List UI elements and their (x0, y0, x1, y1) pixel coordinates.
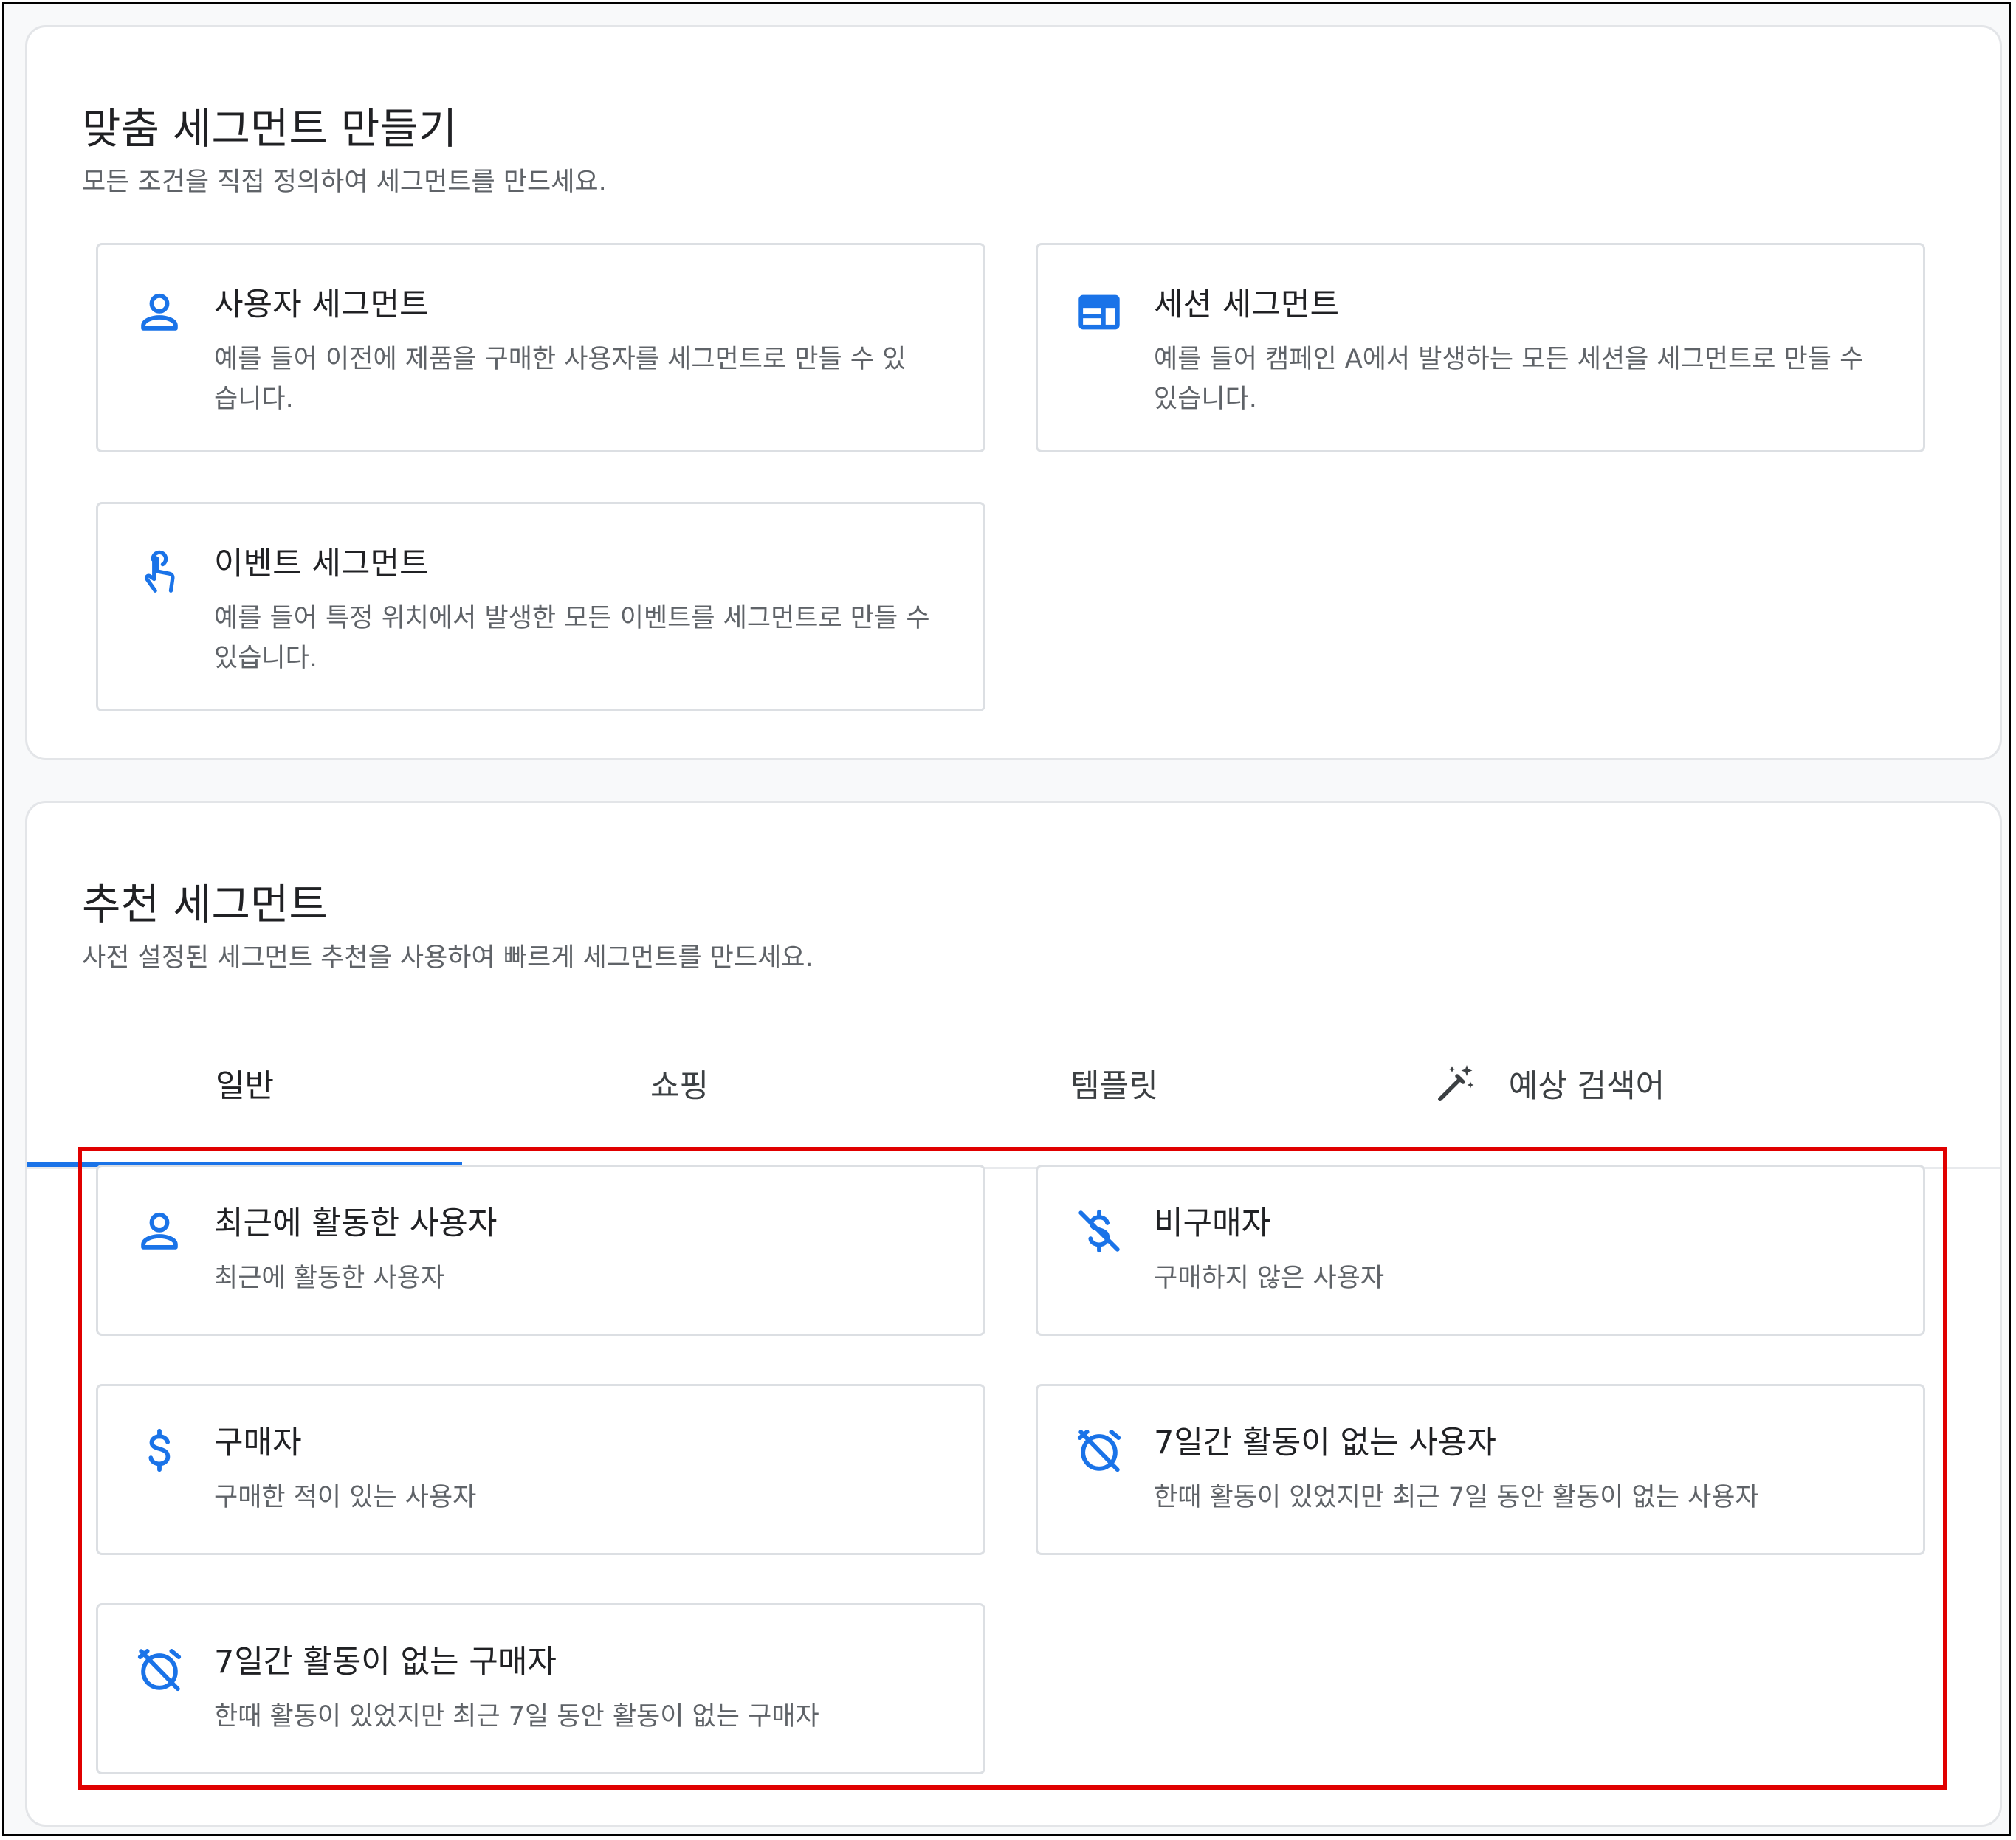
inactive-7-days-users-card[interactable]: 7일간 활동이 없는 사용자 한때 활동이 있었지만 최근 7일 동안 활동이 … (1036, 1384, 1925, 1555)
suggested-segment-subtitle: 사전 설정된 세그먼트 추천을 사용하여 빠르게 세그먼트를 만드세요. (82, 943, 813, 973)
custom-segment-subtitle: 모든 조건을 직접 정의하여 세그먼트를 만드세요. (82, 168, 607, 197)
user-segment-card[interactable]: 사용자 세그먼트 예를 들어 이전에 제품을 구매한 사용자를 세그먼트로 만들… (96, 243, 985, 452)
card-description: 예를 들어 캠페인 A에서 발생하는 모든 세션을 세그먼트로 만들 수 있습니… (1154, 345, 1864, 414)
card-title: 7일간 활동이 없는 사용자 (1154, 1424, 1496, 1461)
session-icon (1073, 286, 1125, 338)
card-description: 구매한 적이 있는 사용자 (214, 1483, 477, 1512)
inactive-7-days-purchasers-card[interactable]: 7일간 활동이 없는 구매자 한때 활동이 있었지만 최근 7일 동안 활동이 … (96, 1603, 985, 1774)
card-title: 세션 세그먼트 (1154, 286, 1340, 323)
dollar-icon (134, 1424, 185, 1476)
person-icon (134, 1205, 185, 1257)
tab-label: 예상 검색어 (1508, 1068, 1665, 1105)
person-icon (134, 286, 185, 338)
event-segment-card[interactable]: 이벤트 세그먼트 예를 들어 특정 위치에서 발생한 모든 이벤트를 세그먼트로… (96, 502, 985, 711)
tab-templates[interactable]: 템플릿 (897, 1001, 1332, 1166)
card-description: 한때 활동이 있었지만 최근 7일 동안 활동이 없는 구매자 (214, 1702, 819, 1732)
money-off-icon (1073, 1205, 1125, 1257)
suggested-segment-title: 추천 세그먼트 (82, 881, 328, 929)
card-title: 구매자 (214, 1424, 302, 1461)
touch-icon (134, 545, 185, 597)
card-title: 최근에 활동한 사용자 (214, 1205, 498, 1242)
suggested-segment-panel: 추천 세그먼트 사전 설정된 세그먼트 추천을 사용하여 빠르게 세그먼트를 만… (25, 801, 2002, 1827)
session-segment-card[interactable]: 세션 세그먼트 예를 들어 캠페인 A에서 발생하는 모든 세션을 세그먼트로 … (1036, 243, 1925, 452)
magic-wand-icon (1434, 1061, 1478, 1106)
non-purchasers-card[interactable]: 비구매자 구매하지 않은 사용자 (1036, 1165, 1925, 1336)
suggested-tabs: 일반 쇼핑 템플릿 예상 검색어 (27, 1001, 2000, 1169)
tab-shopping[interactable]: 쇼핑 (462, 1001, 897, 1166)
card-title: 이벤트 세그먼트 (214, 545, 429, 582)
tab-label: 템플릿 (1070, 1068, 1158, 1105)
alarm-off-icon (1073, 1424, 1125, 1476)
purchasers-card[interactable]: 구매자 구매한 적이 있는 사용자 (96, 1384, 985, 1555)
card-description: 구매하지 않은 사용자 (1154, 1264, 1385, 1293)
card-description: 예를 들어 이전에 제품을 구매한 사용자를 세그먼트로 만들 수 있습니다. (214, 345, 906, 414)
tab-label: 쇼핑 (650, 1068, 709, 1105)
recently-active-users-card[interactable]: 최근에 활동한 사용자 최근에 활동한 사용자 (96, 1165, 985, 1336)
page-frame: 맞춤 세그먼트 만들기 모든 조건을 직접 정의하여 세그먼트를 만드세요. 사… (2, 2, 2011, 1836)
tab-label: 일반 (215, 1068, 275, 1105)
card-title: 사용자 세그먼트 (214, 286, 429, 323)
tab-predictive[interactable]: 예상 검색어 (1332, 1001, 1766, 1166)
custom-segment-title: 맞춤 세그먼트 만들기 (82, 105, 458, 154)
card-description: 한때 활동이 있었지만 최근 7일 동안 활동이 없는 사용자 (1154, 1483, 1759, 1512)
alarm-off-icon (134, 1644, 185, 1695)
card-description: 예를 들어 특정 위치에서 발생한 모든 이벤트를 세그먼트로 만들 수 있습니… (214, 604, 930, 673)
tab-general[interactable]: 일반 (27, 1001, 462, 1166)
card-description: 최근에 활동한 사용자 (214, 1264, 445, 1293)
custom-segment-panel: 맞춤 세그먼트 만들기 모든 조건을 직접 정의하여 세그먼트를 만드세요. 사… (25, 25, 2002, 760)
card-title: 비구매자 (1154, 1205, 1271, 1242)
card-title: 7일간 활동이 없는 구매자 (214, 1644, 557, 1681)
